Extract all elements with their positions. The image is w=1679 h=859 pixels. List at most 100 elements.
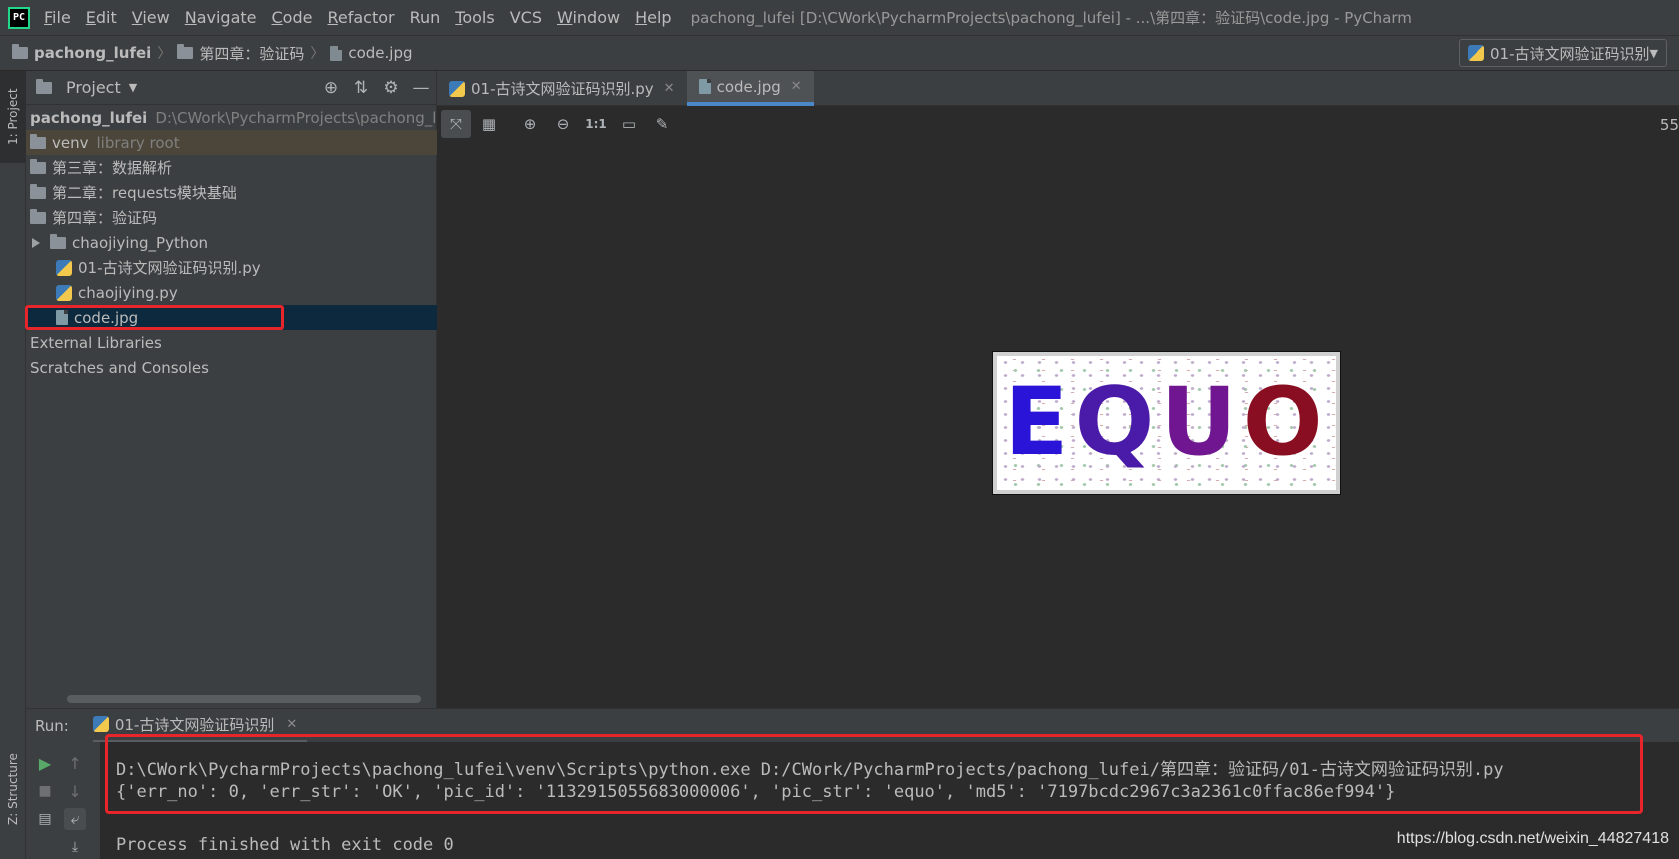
folder-icon <box>50 233 66 249</box>
menu-run[interactable]: Run <box>410 8 441 27</box>
tree-item-label: chaojiying_Python <box>72 233 209 252</box>
tree-item-folder[interactable]: 第三章：数据解析 <box>26 155 437 180</box>
menu-navigate[interactable]: Navigate <box>185 8 257 27</box>
tree-root[interactable]: pachong_lufei D:\CWork\PycharmProjects\p… <box>26 105 437 130</box>
close-icon[interactable]: ✕ <box>286 717 297 732</box>
image-viewer-toolbar: ⤧ ▦ ⊕ ⊖ 1:1 ▭ ✎ 55 <box>437 106 1679 142</box>
tree-item-label: 第四章：验证码 <box>52 209 158 227</box>
run-side-toolbar: ▶ ↑ ■ ↓ ▤ ⤶ ⤓ <box>26 742 100 859</box>
hide-panel-icon[interactable]: — <box>406 78 436 98</box>
breadcrumb-file[interactable]: code.jpg <box>330 44 412 62</box>
console-line: D:\CWork\PycharmProjects\pachong_lufei\v… <box>116 760 1504 780</box>
folder-icon <box>177 44 194 59</box>
tree-item-file[interactable]: 01-古诗文网验证码识别.py <box>26 255 437 280</box>
run-configuration-select[interactable]: 01-古诗文网验证码识别 ▼ <box>1459 39 1667 67</box>
menu-view[interactable]: View <box>132 8 170 27</box>
tree-item-label: venv <box>52 133 89 152</box>
layout-icon[interactable]: ▤ <box>34 808 56 830</box>
project-panel-header: Project ▼ ⊕ ⇅ ⚙ — <box>26 71 436 105</box>
tree-item-venv[interactable]: venv library root <box>26 130 437 155</box>
actual-size-icon[interactable]: 1:1 <box>581 110 611 138</box>
folder-icon <box>30 208 46 224</box>
run-tool-header: Run: 01-古诗文网验证码识别 ✕ <box>26 708 1679 743</box>
captcha-image: EQUO <box>992 351 1341 495</box>
close-icon[interactable]: ✕ <box>664 81 675 96</box>
menu-file[interactable]: File <box>44 8 71 27</box>
folder-icon <box>30 158 46 174</box>
tree-item-file-selected[interactable]: code.jpg <box>26 305 437 330</box>
menu-tools[interactable]: Tools <box>455 8 494 27</box>
tree-item-file[interactable]: chaojiying.py <box>26 280 437 305</box>
tab-label: 01-古诗文网验证码识别.py <box>471 80 654 98</box>
image-file-icon <box>56 310 68 325</box>
breadcrumb-file-label: code.jpg <box>348 44 413 62</box>
python-file-icon <box>449 80 465 97</box>
project-horizontal-scrollbar[interactable] <box>67 695 421 703</box>
run-tab-label: 01-古诗文网验证码识别 <box>114 715 275 734</box>
tree-item-external-libraries[interactable]: External Libraries <box>26 330 437 355</box>
locate-file-icon[interactable]: ⊕ <box>316 78 346 98</box>
scroll-to-end-icon[interactable]: ⤓ <box>64 836 86 858</box>
breadcrumb-folder[interactable]: 第四章：验证码 <box>177 43 304 64</box>
tree-root-name: pachong_lufei <box>30 108 148 127</box>
structure-tool-tab[interactable]: Z: Structure <box>0 741 26 837</box>
folder-icon <box>12 44 28 59</box>
console-line: Process finished with exit code 0 <box>116 835 454 855</box>
rerun-icon[interactable]: ▶ <box>34 752 56 774</box>
background-icon[interactable]: ▭ <box>614 110 644 138</box>
tree-item-folder[interactable]: 第四章：验证码 <box>26 205 437 230</box>
breadcrumb-separator: 〉 <box>157 46 172 62</box>
grid-icon[interactable]: ▦ <box>474 110 504 138</box>
pycharm-logo-icon: PC <box>8 6 30 29</box>
collapse-all-icon[interactable]: ⇅ <box>346 78 376 98</box>
breadcrumb-folder-label: 第四章：验证码 <box>199 44 305 63</box>
tree-item-label: Scratches and Consoles <box>30 358 209 377</box>
tree-root-path: D:\CWork\PycharmProjects\pachong_lufei <box>155 108 437 127</box>
editor-tabs: 01-古诗文网验证码识别.py ✕ code.jpg ✕ <box>437 71 1679 106</box>
arrow-up-icon[interactable]: ↑ <box>64 752 86 774</box>
python-icon <box>1468 45 1484 61</box>
close-icon[interactable]: ✕ <box>791 79 802 94</box>
gear-icon[interactable]: ⚙ <box>376 78 406 98</box>
left-tool-stripe: 1: Project Z: Structure <box>0 71 26 859</box>
color-picker-icon[interactable]: ✎ <box>647 110 677 138</box>
project-panel-title[interactable]: Project <box>66 78 121 97</box>
menu-help[interactable]: Help <box>635 8 671 27</box>
chevron-right-icon[interactable] <box>32 237 40 248</box>
tab-code-jpg[interactable]: code.jpg ✕ <box>686 71 814 106</box>
run-tab[interactable]: 01-古诗文网验证码识别 ✕ <box>92 709 308 743</box>
fit-zoom-icon[interactable]: ⤧ <box>441 110 471 138</box>
zoom-out-icon[interactable]: ⊖ <box>548 110 578 138</box>
zoom-in-icon[interactable]: ⊕ <box>515 110 545 138</box>
tree-item-subfolder[interactable]: chaojiying_Python <box>26 230 437 255</box>
navigation-bar: pachong_lufei 〉 第四章：验证码 〉 code.jpg 01-古诗… <box>0 36 1679 71</box>
menu-edit[interactable]: Edit <box>86 8 117 27</box>
captcha-char: O <box>1242 368 1329 477</box>
tree-item-folder[interactable]: 第二章：requests模块基础 <box>26 180 437 205</box>
project-tool-tab[interactable]: 1: Project <box>0 71 26 163</box>
captcha-char: Q <box>1074 368 1161 477</box>
run-configuration-label: 01-古诗文网验证码识别 <box>1490 44 1650 63</box>
chevron-down-icon[interactable]: ▼ <box>129 81 137 94</box>
project-tree: pachong_lufei D:\CWork\PycharmProjects\p… <box>26 105 437 380</box>
soft-wrap-icon[interactable]: ⤶ <box>64 808 86 830</box>
captcha-char: U <box>1160 368 1243 477</box>
tree-item-note: library root <box>96 133 180 152</box>
menu-refactor[interactable]: Refactor <box>327 8 394 27</box>
menu-window[interactable]: Window <box>557 8 620 27</box>
captcha-text: EQUO <box>1004 376 1328 470</box>
stop-icon[interactable]: ■ <box>34 780 56 802</box>
tree-item-label: 第三章：数据解析 <box>52 159 173 177</box>
folder-icon <box>30 183 46 199</box>
tab-python-file[interactable]: 01-古诗文网验证码识别.py ✕ <box>437 71 687 106</box>
project-tool-tab-label: 1: Project <box>6 88 20 146</box>
tree-item-label: chaojiying.py <box>78 283 178 302</box>
menu-code[interactable]: Code <box>272 8 313 27</box>
arrow-down-icon[interactable]: ↓ <box>64 780 86 802</box>
tab-label: code.jpg <box>716 77 781 96</box>
folder-icon <box>30 133 46 149</box>
breadcrumb-project[interactable]: pachong_lufei <box>12 44 151 62</box>
tree-item-scratches[interactable]: Scratches and Consoles <box>26 355 437 380</box>
tree-item-label: External Libraries <box>30 333 162 352</box>
menu-vcs[interactable]: VCS <box>510 8 542 27</box>
